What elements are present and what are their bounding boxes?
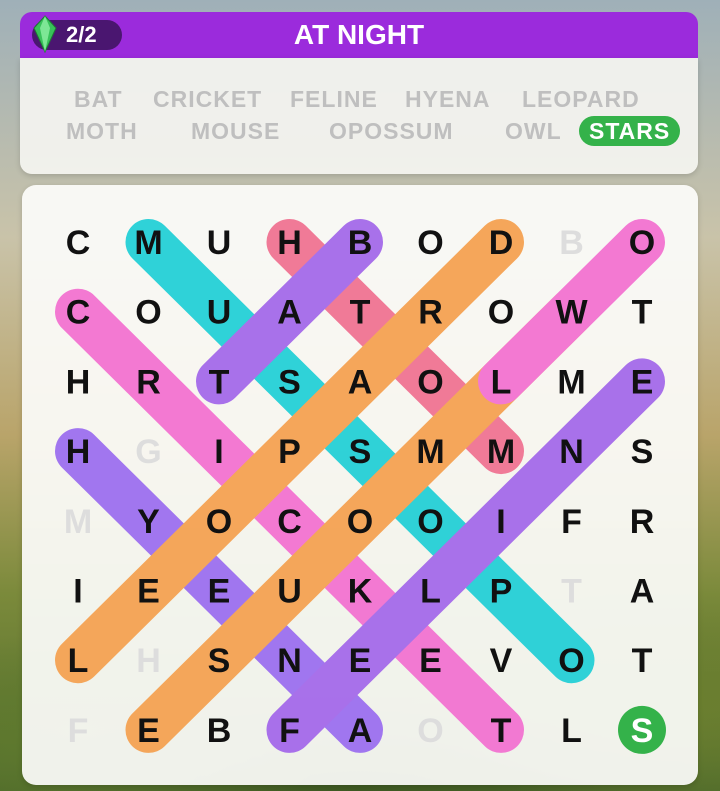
word-stars-found: STARS: [579, 116, 681, 146]
grid-cell-r7-c4[interactable]: A: [348, 712, 373, 750]
grid-cell-r0-c2[interactable]: U: [207, 224, 232, 262]
grid-cell-r0-c5[interactable]: O: [417, 224, 443, 262]
word-mouse: MOUSE: [191, 118, 281, 144]
grid-cell-r4-c5[interactable]: O: [417, 503, 443, 541]
grid-cell-r2-c1[interactable]: R: [136, 363, 161, 401]
grid-cell-r2-c5[interactable]: O: [417, 363, 443, 401]
grid-cell-r0-c1[interactable]: M: [134, 224, 162, 262]
word-list-panel: BAT CRICKET FELINE HYENA LEOPARD MOTH MO…: [20, 58, 698, 174]
grid-cell-r1-c3[interactable]: A: [277, 294, 302, 332]
grid-cell-r5-c1[interactable]: E: [137, 573, 160, 611]
word-leopard: LEOPARD: [522, 86, 640, 112]
grid-cell-r7-c0[interactable]: F: [68, 712, 89, 750]
word-hyena: HYENA: [405, 86, 491, 112]
grid-cell-r7-c8[interactable]: S: [631, 712, 654, 750]
grid-cell-r7-c3[interactable]: F: [279, 712, 300, 750]
grid-cell-r3-c6[interactable]: M: [487, 433, 515, 471]
grid-cell-r2-c7[interactable]: M: [557, 363, 585, 401]
grid-cell-r0-c3[interactable]: H: [277, 224, 302, 262]
grid-cell-r6-c2[interactable]: S: [208, 642, 231, 680]
grid-cell-r7-c7[interactable]: L: [561, 712, 582, 750]
grid-cell-r5-c6[interactable]: P: [490, 573, 513, 611]
word-moth: MOTH: [66, 118, 138, 144]
grid-cell-r2-c4[interactable]: A: [348, 363, 373, 401]
grid-cell-r5-c8[interactable]: A: [630, 573, 655, 611]
grid-cell-r4-c6[interactable]: I: [496, 503, 505, 541]
word-owl: OWL: [505, 118, 562, 144]
grid-cell-r6-c1[interactable]: H: [136, 642, 161, 680]
grid-cell-r0-c4[interactable]: B: [348, 224, 373, 262]
grid-cell-r4-c3[interactable]: C: [277, 503, 302, 541]
grid-cell-r6-c3[interactable]: N: [277, 642, 302, 680]
grid-cell-r1-c7[interactable]: W: [555, 294, 588, 332]
word-cricket: CRICKET: [153, 86, 263, 112]
grid-cell-r1-c4[interactable]: T: [350, 294, 371, 332]
grid-cell-r6-c8[interactable]: T: [632, 642, 653, 680]
grid-cell-r3-c2[interactable]: I: [214, 433, 223, 471]
grid-cell-r3-c8[interactable]: S: [631, 433, 654, 471]
puzzle-board[interactable]: CMUHBODBOCOUATROWTHRTSAOLMEHGIPSMMNSMYOC…: [22, 185, 698, 785]
grid-cell-r1-c8[interactable]: T: [632, 294, 653, 332]
grid-cell-r3-c0[interactable]: H: [66, 433, 91, 471]
grid-cell-r7-c2[interactable]: B: [207, 712, 232, 750]
grid-cell-r2-c3[interactable]: S: [278, 363, 301, 401]
grid-cell-r6-c4[interactable]: E: [349, 642, 372, 680]
puzzle-title: AT NIGHT: [293, 19, 425, 50]
grid-cell-r7-c6[interactable]: T: [491, 712, 512, 750]
grid-cell-r3-c4[interactable]: S: [349, 433, 372, 471]
grid-cell-r1-c2[interactable]: U: [207, 294, 232, 332]
grid-cell-r6-c5[interactable]: E: [419, 642, 442, 680]
grid-cell-r1-c1[interactable]: O: [135, 294, 161, 332]
grid-cell-r3-c1[interactable]: G: [135, 433, 161, 471]
grid-cell-r7-c5[interactable]: O: [417, 712, 443, 750]
grid-cell-r4-c1[interactable]: Y: [137, 503, 160, 541]
grid-cell-r3-c3[interactable]: P: [278, 433, 301, 471]
grid-cell-r5-c3[interactable]: U: [277, 573, 302, 611]
grid-cell-r0-c0[interactable]: C: [66, 224, 91, 262]
grid-cell-r5-c7[interactable]: T: [561, 573, 582, 611]
grid-cell-r0-c6[interactable]: D: [489, 224, 514, 262]
grid-cell-r2-c8[interactable]: E: [631, 363, 654, 401]
grid-cell-r5-c4[interactable]: K: [348, 573, 373, 611]
letter-grid[interactable]: C M U H B O D B OC O U A T R O W TH R T S A O L M EH G I P S M M N SM Y O C…: [22, 185, 698, 785]
grid-cell-r1-c6[interactable]: O: [488, 294, 514, 332]
grid-cell-r2-c6[interactable]: L: [491, 363, 512, 401]
grid-cell-r7-c1[interactable]: E: [137, 712, 160, 750]
grid-cell-r2-c0[interactable]: H: [66, 363, 91, 401]
grid-cell-r0-c8[interactable]: O: [629, 224, 655, 262]
grid-cell-r6-c0[interactable]: L: [68, 642, 89, 680]
grid-cell-r4-c4[interactable]: O: [347, 503, 373, 541]
grid-cell-r3-c7[interactable]: N: [559, 433, 584, 471]
word-feline: FELINE: [290, 86, 378, 112]
grid-cell-r4-c8[interactable]: R: [630, 503, 655, 541]
grid-cell-r6-c7[interactable]: O: [558, 642, 584, 680]
grid-cell-r4-c7[interactable]: F: [561, 503, 582, 541]
grid-cell-r1-c5[interactable]: R: [418, 294, 443, 332]
grid-cell-r5-c0[interactable]: I: [73, 573, 82, 611]
grid-cell-r5-c2[interactable]: E: [208, 573, 231, 611]
grid-cell-r5-c5[interactable]: L: [420, 573, 441, 611]
grid-cell-r4-c0[interactable]: M: [64, 503, 92, 541]
grid-cell-r0-c7[interactable]: B: [559, 224, 584, 262]
grid-cell-r3-c5[interactable]: M: [416, 433, 444, 471]
grid-cell-r1-c0[interactable]: C: [66, 294, 91, 332]
grid-cell-r4-c2[interactable]: O: [206, 503, 232, 541]
grid-cell-r2-c2[interactable]: T: [209, 363, 230, 401]
word-opossum: OPOSSUM: [329, 118, 454, 144]
word-bat: BAT: [74, 86, 123, 112]
grid-cell-r6-c6[interactable]: V: [490, 642, 513, 680]
